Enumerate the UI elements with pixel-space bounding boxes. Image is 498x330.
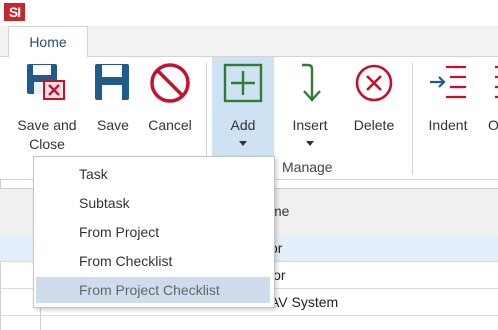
add-label: Add [230,117,256,133]
save-and-close-icon [24,61,70,108]
outdent-button-partial[interactable]: O [484,57,498,157]
insert-button[interactable]: Insert [282,57,338,157]
indent-button[interactable]: Indent [420,57,476,157]
menu-item-from-project[interactable]: From Project [34,219,272,245]
group-label-manage: Manage [282,159,333,175]
menu-item-subtask[interactable]: Subtask [34,190,272,216]
title-bar: SI [0,0,498,26]
add-dropdown-menu: Task Subtask From Project From Checklist… [33,156,275,308]
chevron-down-icon [239,141,247,146]
ribbon-tab-strip: Home [0,26,498,57]
save-button[interactable]: Save [90,57,136,157]
menu-item-task[interactable]: Task [34,161,272,187]
save-and-close-label: Save and Close [17,117,77,152]
indent-icon [426,61,470,108]
cancel-label: Cancel [148,117,192,133]
save-label: Save [97,117,129,133]
save-and-close-button[interactable]: Save and Close [10,57,84,157]
outdent-icon [487,61,498,108]
cancel-button[interactable]: Cancel [142,57,198,157]
chevron-down-icon [306,141,314,146]
row-name: AV System [270,294,339,310]
insert-arrow-icon [288,61,332,108]
floppy-disk-icon [93,61,133,108]
delete-x-icon [352,61,396,108]
menu-item-from-checklist[interactable]: From Checklist [34,248,272,274]
tab-home[interactable]: Home [8,26,88,57]
app-logo-icon: SI [4,3,25,21]
delete-button[interactable]: Delete [346,57,402,157]
indent-label: Indent [428,117,468,133]
delete-label: Delete [353,117,395,133]
add-button[interactable]: Add [212,57,274,157]
cancel-icon [148,61,192,108]
menu-item-from-project-checklist[interactable]: From Project Checklist [36,277,270,303]
add-plus-icon [221,61,265,108]
outdent-label-partial: O [488,117,498,133]
insert-label: Insert [292,117,328,133]
ribbon-separator [412,63,413,175]
